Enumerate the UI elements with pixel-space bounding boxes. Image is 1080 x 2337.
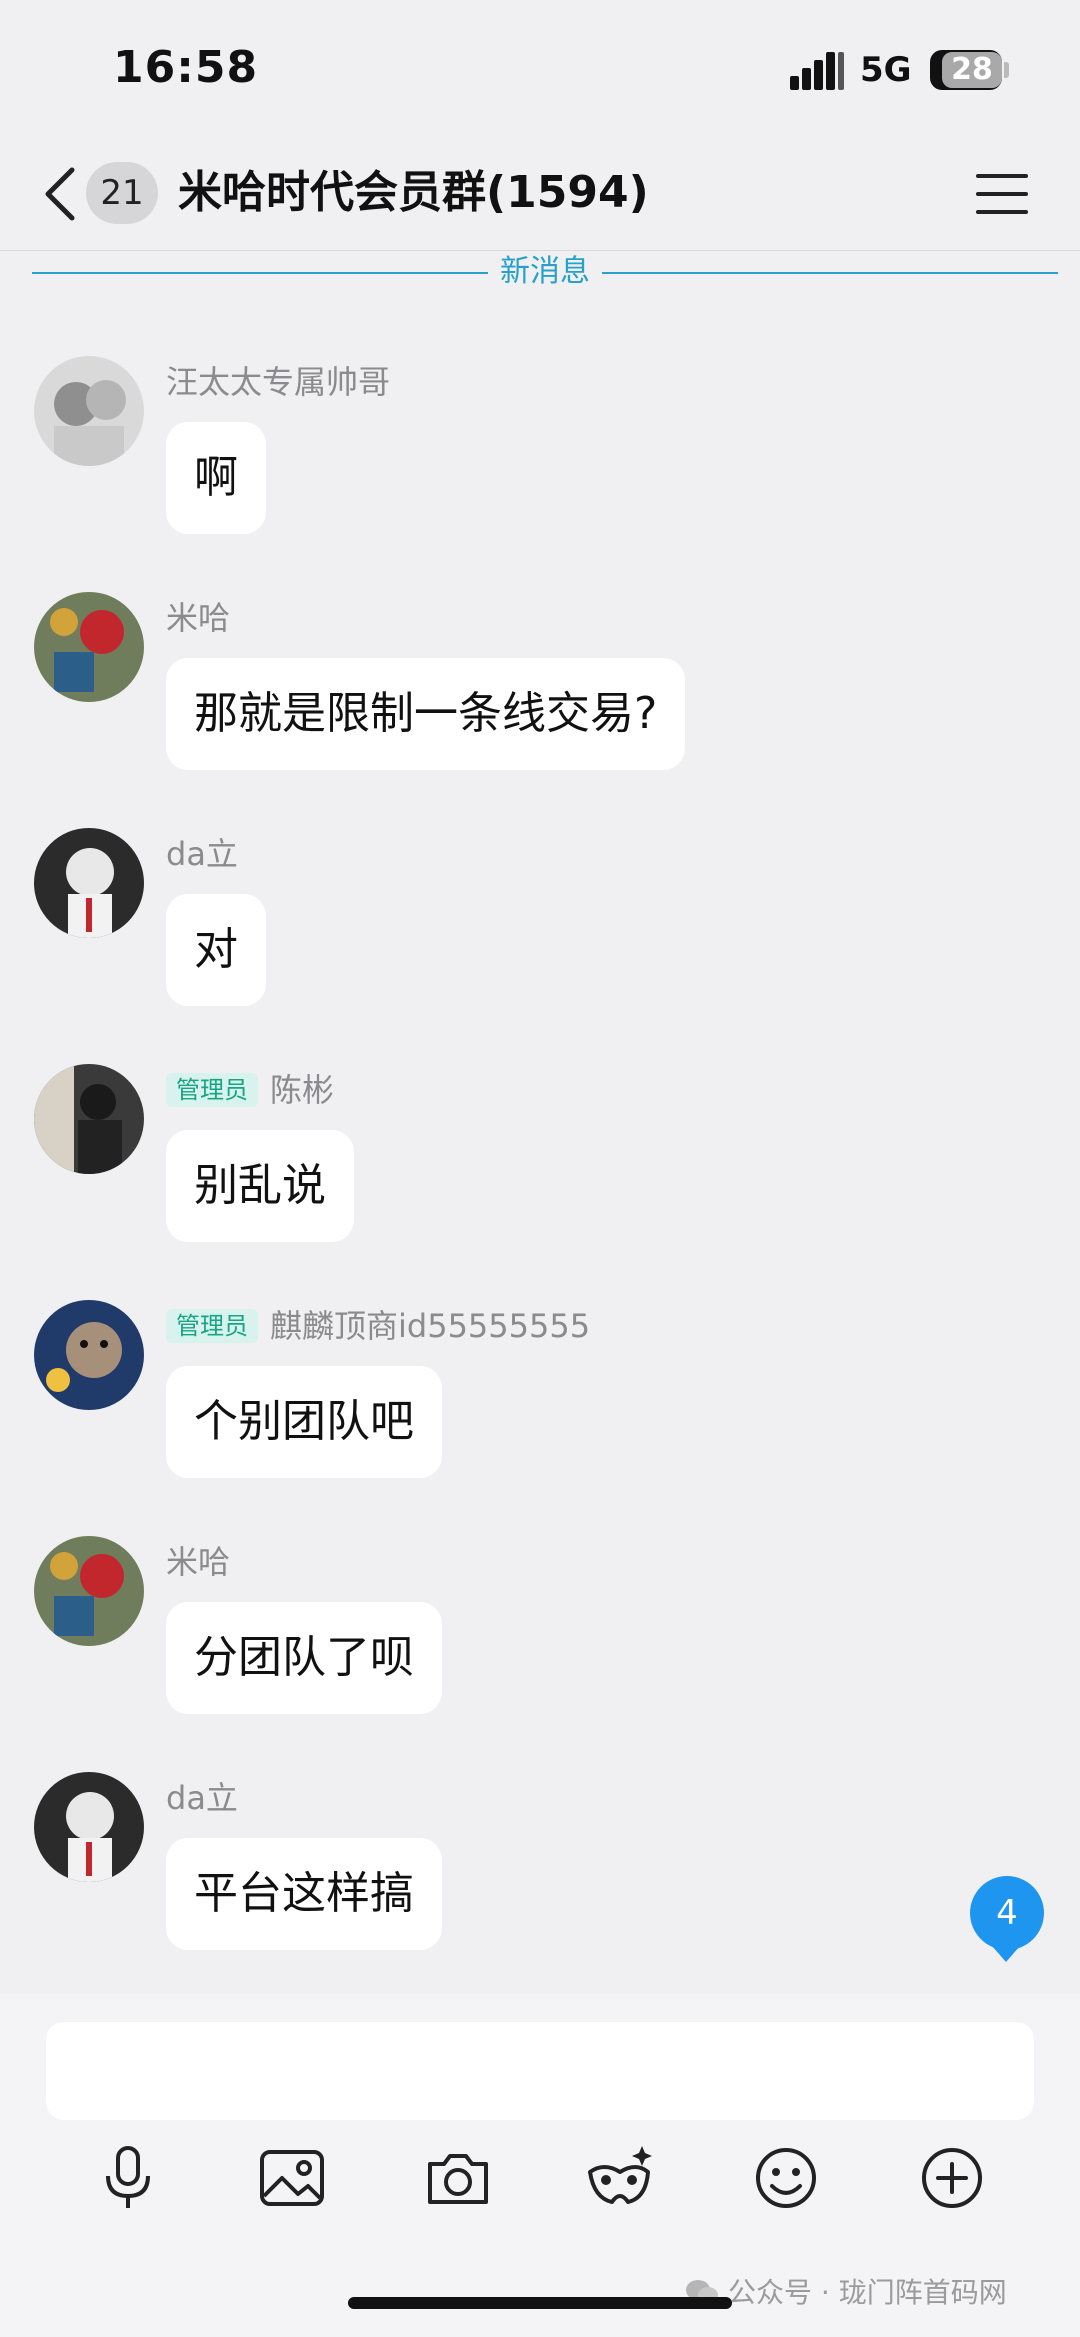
battery-tip	[1004, 62, 1009, 78]
camera-icon[interactable]	[422, 2142, 494, 2214]
admin-badge: 管理员	[166, 1073, 258, 1107]
avatar[interactable]	[34, 1772, 144, 1882]
avatar[interactable]	[34, 1300, 144, 1410]
message-bubble[interactable]: 别乱说	[166, 1130, 354, 1242]
composer-toolbar	[0, 2142, 1080, 2224]
sender-name: 米哈	[166, 1543, 231, 1581]
sender-name: 管理员 麒麟顶商id55555555	[166, 1306, 590, 1346]
avatar[interactable]	[34, 356, 144, 466]
clock: 16:58	[113, 42, 259, 93]
sender-name: 米哈	[166, 599, 231, 637]
sender-name-text: 陈彬	[270, 1071, 335, 1109]
avatar[interactable]	[34, 592, 144, 702]
message-input[interactable]	[46, 2022, 1034, 2120]
image-icon[interactable]	[256, 2142, 328, 2214]
message-bubble[interactable]: 个别团队吧	[166, 1366, 442, 1478]
status-bar: 16:58 5G 28	[0, 0, 1080, 140]
message-bubble[interactable]: 那就是限制一条线交易?	[166, 658, 686, 770]
message-bubble[interactable]: 平台这样搞	[166, 1838, 442, 1950]
sender-name: 管理员 陈彬	[166, 1070, 334, 1110]
unread-count-badge[interactable]: 21	[86, 162, 158, 224]
signal-icon	[790, 52, 846, 90]
avatar[interactable]	[34, 1536, 144, 1646]
new-message-count-bubble[interactable]: 4	[970, 1876, 1044, 1962]
watermark: 公众号 · 珑门阵首码网	[684, 2271, 1007, 2311]
battery-icon: 28	[930, 50, 1002, 90]
sender-name: da立	[166, 835, 238, 873]
avatar[interactable]	[34, 828, 144, 938]
message-bubble[interactable]: 对	[166, 894, 266, 1006]
plus-icon[interactable]	[916, 2142, 988, 2214]
header-divider	[0, 250, 1080, 251]
emoji-icon[interactable]	[750, 2142, 822, 2214]
sender-name: da立	[166, 1779, 238, 1817]
menu-icon[interactable]	[976, 172, 1028, 216]
microphone-icon[interactable]	[92, 2142, 164, 2214]
network-type: 5G	[860, 50, 912, 90]
home-indicator[interactable]	[348, 2297, 732, 2309]
battery-level: 28	[942, 52, 1002, 88]
message-bubble[interactable]: 分团队了呗	[166, 1602, 442, 1714]
sender-name-text: 麒麟顶商id55555555	[270, 1307, 591, 1345]
new-messages-label: 新消息	[488, 254, 602, 289]
chat-header: 21 米哈时代会员群(1594)	[0, 140, 1080, 250]
watermark-text: 公众号 · 珑门阵首码网	[728, 2276, 1007, 2309]
sender-name: 汪太太专属帅哥	[166, 363, 391, 401]
avatar[interactable]	[34, 1064, 144, 1174]
new-messages-divider: 新消息	[32, 252, 1058, 296]
admin-badge: 管理员	[166, 1309, 258, 1343]
group-title[interactable]: 米哈时代会员群(1594)	[178, 162, 649, 224]
mask-icon[interactable]	[584, 2142, 656, 2214]
message-bubble[interactable]: 啊	[166, 422, 266, 534]
back-icon[interactable]	[40, 164, 80, 224]
